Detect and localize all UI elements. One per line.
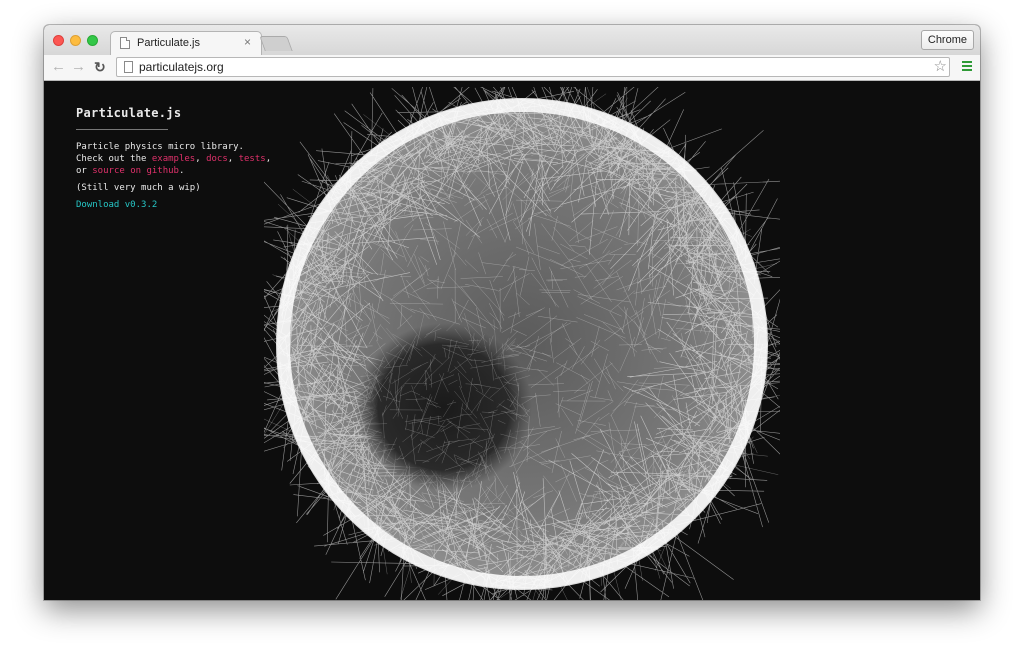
particle-sphere-visualization[interactable] xyxy=(264,87,780,600)
source-on-github-link[interactable]: source on github xyxy=(92,166,179,176)
minimize-window-button[interactable] xyxy=(70,35,81,46)
tab-title: Particulate.js xyxy=(137,37,200,49)
tests-link[interactable]: tests xyxy=(239,154,266,164)
toolbar: ← → ↻ particulatejs.org ☆ xyxy=(44,55,980,81)
source-line: or source on github. xyxy=(76,165,271,177)
page-icon xyxy=(120,37,130,49)
docs-link[interactable]: docs xyxy=(206,154,228,164)
zoom-window-button[interactable] xyxy=(87,35,98,46)
forward-arrow-icon[interactable]: → xyxy=(71,58,86,76)
separator: , xyxy=(195,154,207,164)
bookmark-star-icon[interactable]: ☆ xyxy=(934,58,947,76)
title-divider xyxy=(76,129,168,130)
reload-icon[interactable]: ↻ xyxy=(94,58,106,76)
tab-strip: Particulate.js × Chrome xyxy=(44,25,980,56)
new-tab-button[interactable] xyxy=(259,36,293,51)
browser-window: Particulate.js × Chrome ← → ↻ particulat… xyxy=(44,25,980,600)
description-line: Particle physics micro library. xyxy=(76,142,244,152)
source-prefix: or xyxy=(76,166,93,176)
menu-icon[interactable] xyxy=(962,61,972,73)
address-bar[interactable]: particulatejs.org ☆ xyxy=(116,57,950,77)
download-link[interactable]: Download v0.3.2 xyxy=(76,199,271,211)
profile-button[interactable]: Chrome xyxy=(920,30,974,50)
page-viewport: Particulate.js Particle physics micro li… xyxy=(44,81,980,600)
info-panel: Particulate.js Particle physics micro li… xyxy=(76,106,271,211)
back-arrow-icon[interactable]: ← xyxy=(51,58,66,76)
close-tab-icon[interactable]: × xyxy=(244,35,251,49)
separator: , xyxy=(227,154,239,164)
period: . xyxy=(178,166,185,176)
close-window-button[interactable] xyxy=(53,35,64,46)
tab-particulate[interactable]: Particulate.js × xyxy=(110,31,262,56)
examples-link[interactable]: examples xyxy=(152,154,195,164)
page-title: Particulate.js xyxy=(76,106,182,120)
separator: , xyxy=(265,154,272,164)
url-text[interactable]: particulatejs.org xyxy=(139,60,224,74)
links-line: Check out the examples, docs, tests, xyxy=(76,153,271,165)
page-icon xyxy=(124,61,133,73)
links-prefix: Check out the xyxy=(76,154,152,164)
wip-note: (Still very much a wip) xyxy=(76,183,201,193)
